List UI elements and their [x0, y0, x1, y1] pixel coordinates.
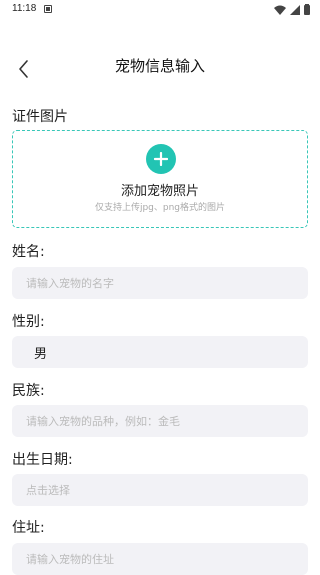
- ethnicity-input[interactable]: 请输入宠物的品种，例如：金毛: [12, 405, 308, 437]
- gender-label: 性别:: [12, 314, 45, 330]
- page-title: 宠物信息输入: [114, 57, 205, 75]
- ethnicity-label: 民族:: [12, 383, 45, 399]
- battery-icon: [304, 4, 310, 15]
- address-input[interactable]: 请输入宠物的住址: [12, 543, 308, 575]
- add-photo-button[interactable]: [146, 144, 176, 174]
- photo-upload-area[interactable]: 添加宠物照片 仅支持上传jpg、png格式的图片: [12, 130, 308, 228]
- upload-hint: 仅支持上传jpg、png格式的图片: [94, 203, 226, 213]
- wifi-icon: [274, 5, 286, 15]
- gender-select[interactable]: 男: [12, 336, 308, 368]
- birth-date-picker[interactable]: 点击选择: [12, 474, 308, 506]
- upload-title: 添加宠物照片: [120, 184, 199, 199]
- plus-icon: [154, 152, 168, 166]
- status-time: 11:18: [12, 3, 37, 14]
- birth-date-label: 出生日期:: [12, 452, 73, 468]
- name-input[interactable]: 请输入宠物的名字: [12, 267, 308, 299]
- signal-icon: [290, 4, 300, 15]
- address-label: 住址:: [12, 520, 45, 536]
- status-icons: [274, 4, 310, 15]
- notification-icon: [44, 5, 52, 13]
- photo-label: 证件图片: [12, 109, 68, 125]
- name-label: 姓名:: [12, 244, 45, 260]
- status-bar: 11:18: [0, 0, 320, 20]
